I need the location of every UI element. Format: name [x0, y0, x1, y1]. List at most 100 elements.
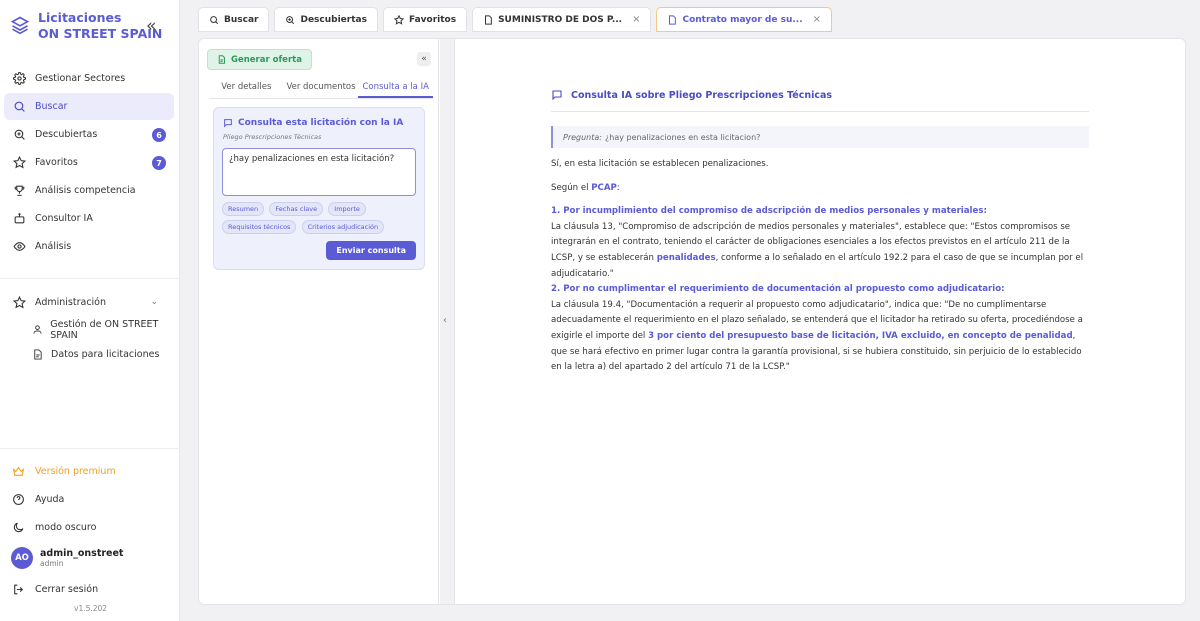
sidebar-subitem-datos[interactable]: Datos para licitaciones [0, 342, 180, 367]
section-1-text: La cláusula 13, "Compromiso de adscripci… [551, 221, 1084, 279]
logout-link[interactable]: Cerrar sesión [0, 575, 180, 603]
premium-link[interactable]: Versión premium [0, 457, 180, 485]
chip-criterios-adjudicacion[interactable]: Criterios adjudicación [301, 220, 385, 234]
answer-section-2: 2. Por no cumplimentar el requerimiento … [551, 282, 1089, 376]
document-icon [217, 55, 226, 64]
tab-ver-documentos[interactable]: Ver documentos [284, 77, 359, 98]
chip-fechas-clave[interactable]: Fechas clave [269, 202, 324, 216]
sidebar-bottom: Versión premium Ayuda modo oscuro AO adm… [0, 448, 180, 603]
sidebar-item-label: Gestión de ON STREET SPAIN [50, 318, 159, 341]
sidebar-item-label: Análisis [35, 241, 72, 252]
tab-favoritos[interactable]: Favoritos [382, 7, 468, 32]
left-panel: Generar oferta « Ver detalles Ver docume… [199, 39, 439, 604]
user-icon [32, 324, 43, 335]
sidebar-item-analisis-competencia[interactable]: Análisis competencia [4, 177, 174, 204]
user-role: admin [40, 559, 64, 568]
chat-icon [551, 89, 563, 101]
answer-title-text: Consulta IA sobre Pliego Prescripciones … [571, 89, 833, 101]
send-query-button[interactable]: Enviar consulta [326, 241, 416, 260]
sidebar-item-favoritos[interactable]: Favoritos 7 [4, 149, 174, 176]
collapse-panel-icon[interactable]: « [417, 52, 431, 66]
panel-splitter[interactable]: ‹ [440, 39, 455, 604]
close-icon[interactable]: × [632, 14, 640, 25]
sidebar-item-label: Datos para licitaciones [51, 349, 160, 360]
avatar: AO [11, 547, 33, 569]
sidebar-item-label: Buscar [35, 101, 68, 112]
help-icon [12, 493, 26, 506]
brand[interactable]: Licitaciones ON STREET SPAIN [10, 10, 162, 42]
question-text: ¿hay penalizaciones en esta licitacion? [605, 132, 761, 142]
sidebar-item-label: Consultor IA [35, 213, 93, 224]
pcap-highlight: PCAP [591, 182, 617, 193]
sidebar-nav: Gestionar Sectores Buscar Descubiertas 6… [0, 65, 180, 367]
ia-question-input[interactable]: ¿hay penalizaciones en esta licitación? [222, 148, 416, 196]
sidebar-item-analisis[interactable]: Análisis [4, 233, 174, 260]
moon-icon [12, 521, 26, 534]
sidebar-item-label: Análisis competencia [35, 185, 136, 196]
sidebar-item-descubiertas[interactable]: Descubiertas 6 [4, 121, 174, 148]
count-badge: 7 [152, 156, 166, 170]
logout-label: Cerrar sesión [35, 583, 99, 595]
section-1-heading: 1. Por incumplimiento del compromiso de … [551, 206, 987, 217]
premium-label: Versión premium [35, 465, 116, 477]
tab-descubiertas[interactable]: Descubiertas [274, 7, 378, 32]
logout-icon [12, 583, 26, 596]
crown-icon [12, 465, 26, 478]
user-name: admin_onstreet [40, 548, 124, 559]
chip-importe[interactable]: Importe [328, 202, 366, 216]
divider [0, 278, 180, 279]
tab-label: SUMINISTRO DE DOS P... [498, 14, 623, 25]
question-box: Pregunta: ¿hay penalizaciones en esta li… [551, 126, 1089, 148]
answer-segun: Según el PCAP: [551, 182, 620, 193]
question-label: Pregunta: [563, 132, 602, 142]
chevron-down-icon[interactable]: ⌄ [150, 297, 158, 307]
eye-icon [12, 240, 26, 254]
chip-requisitos-tecnicos[interactable]: Requisitos técnicos [222, 220, 297, 234]
document-icon [667, 14, 677, 25]
star-icon [12, 156, 26, 170]
tab-label: Descubiertas [300, 14, 367, 25]
user-profile[interactable]: AO admin_onstreet admin [0, 541, 180, 575]
search-icon [209, 15, 219, 25]
penalidades-highlight: penalidades [656, 252, 716, 263]
gear-icon [12, 72, 26, 86]
robot-icon [12, 212, 26, 226]
sidebar-item-consultor-ia[interactable]: Consultor IA [4, 205, 174, 232]
ia-answer-panel: Consulta IA sobre Pliego Prescripciones … [551, 89, 1089, 376]
penalty-highlight: 3 por ciento del presupuesto base de lic… [648, 330, 1073, 341]
suggestion-chips: Resumen Fechas clave Importe Requisitos … [222, 202, 422, 238]
tab-buscar[interactable]: Buscar [198, 7, 270, 32]
sidebar-subitem-gestion[interactable]: Gestión de ON STREET SPAIN [0, 317, 180, 342]
answer-title: Consulta IA sobre Pliego Prescripciones … [551, 89, 1089, 112]
help-link[interactable]: Ayuda [0, 485, 180, 513]
tab-bar: Buscar Descubiertas Favoritos SUMINISTRO… [198, 7, 837, 32]
sidebar-item-label: Gestionar Sectores [35, 73, 126, 84]
tab-ver-detalles[interactable]: Ver detalles [209, 77, 284, 98]
sidebar-item-label: Administración [35, 297, 107, 308]
trophy-icon [12, 184, 26, 198]
chip-resumen[interactable]: Resumen [222, 202, 265, 216]
brand-line1: Licitaciones [38, 10, 122, 25]
answer-intro: Sí, en esta licitación se establecen pen… [551, 159, 769, 169]
sidebar-item-label: Favoritos [35, 157, 78, 168]
tab-consulta-ia[interactable]: Consulta a la IA [358, 77, 434, 98]
section-2-heading: 2. Por no cumplimentar el requerimiento … [551, 284, 1005, 295]
sidebar-item-buscar[interactable]: Buscar [4, 93, 174, 120]
close-icon[interactable]: × [813, 14, 821, 25]
count-badge: 6 [152, 128, 166, 142]
collapse-sidebar-icon[interactable]: « [146, 17, 156, 35]
dark-mode-toggle[interactable]: modo oscuro [0, 513, 180, 541]
answer-section-1: 1. Por incumplimiento del compromiso de … [551, 204, 1089, 282]
chevron-left-icon[interactable]: ‹ [443, 315, 447, 326]
sidebar: Licitaciones ON STREET SPAIN « Gestionar… [0, 0, 180, 621]
star-icon [12, 296, 26, 310]
sidebar-item-gestionar-sectores[interactable]: Gestionar Sectores [4, 65, 174, 92]
generate-offer-button[interactable]: Generar oferta [207, 49, 312, 70]
tab-label: Contrato mayor de su... [682, 14, 803, 25]
search-icon [12, 100, 26, 114]
tab-suministro[interactable]: SUMINISTRO DE DOS P... × [472, 7, 652, 32]
chat-icon [223, 118, 233, 128]
sidebar-item-administracion[interactable]: Administración ⌄ [4, 289, 174, 316]
generate-offer-label: Generar oferta [231, 54, 302, 65]
tab-contrato[interactable]: Contrato mayor de su... × [656, 7, 832, 32]
